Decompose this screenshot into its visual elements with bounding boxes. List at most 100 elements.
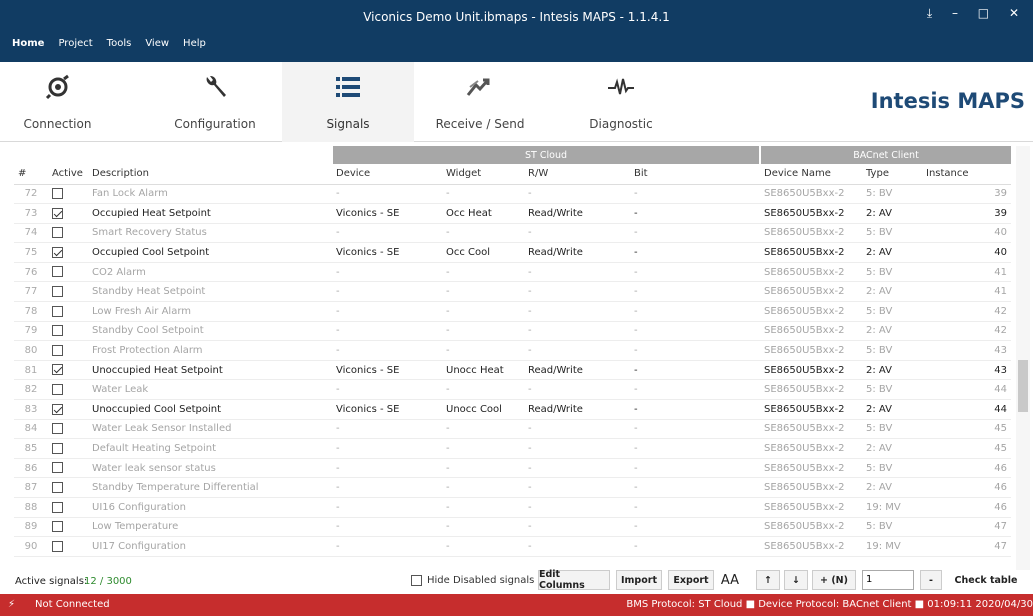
table-row[interactable]: 80 Frost Protection Alarm - - - - SE8650U5Bxx-…: [14, 340, 1012, 361]
table-row[interactable]: 74 Smart Recovery Status - - - - SE8650U5Bxx-2…: [14, 223, 1012, 244]
checkbox[interactable]: [52, 188, 63, 200]
col-header-bit[interactable]: Bit: [630, 164, 760, 185]
col-header-description[interactable]: Description: [88, 164, 332, 185]
checkbox[interactable]: [52, 266, 63, 278]
table-row[interactable]: 76 CO2 Alarm - - - - SE8650U5Bxx-2 5: BV 41: [14, 262, 1012, 283]
scrollbar-thumb[interactable]: [1018, 360, 1028, 412]
active-checkbox[interactable]: [48, 399, 88, 420]
table-row[interactable]: 85 Default Heating Setpoint - - - - SE8650U5Bx…: [14, 438, 1012, 459]
active-checkbox[interactable]: [48, 301, 88, 322]
n-count-input[interactable]: 1: [862, 570, 914, 590]
table-row[interactable]: 83 Unoccupied Cool Setpoint Viconics - SE U…: [14, 399, 1012, 420]
col-header-device-name[interactable]: Device Name: [760, 164, 862, 185]
tab-configuration[interactable]: Configuration: [150, 62, 280, 142]
device-cell: -: [332, 223, 442, 244]
active-checkbox[interactable]: [48, 360, 88, 381]
active-checkbox[interactable]: [48, 458, 88, 479]
description-cell: Occupied Cool Setpoint: [88, 242, 332, 263]
table-row[interactable]: 77 Standby Heat Setpoint - - - - SE8650U5Bxx-2…: [14, 281, 1012, 303]
export-button[interactable]: Export: [668, 570, 714, 590]
checkbox[interactable]: [52, 540, 63, 552]
checkbox[interactable]: [52, 286, 63, 298]
checkbox[interactable]: [52, 383, 63, 395]
col-header-device[interactable]: Device: [332, 164, 442, 185]
active-checkbox[interactable]: [48, 419, 88, 440]
active-checkbox[interactable]: [48, 242, 88, 263]
hide-disabled-toggle[interactable]: Hide Disabled signals: [411, 575, 534, 586]
checkbox[interactable]: [52, 521, 63, 533]
active-checkbox[interactable]: [48, 203, 88, 224]
checkbox[interactable]: [52, 305, 63, 317]
active-checkbox[interactable]: [48, 438, 88, 459]
active-checkbox[interactable]: [48, 477, 88, 498]
table-row[interactable]: 72 Fan Lock Alarm - - - - SE8650U5Bxx-2 5: BV 39: [14, 184, 1012, 205]
checkbox[interactable]: [52, 501, 63, 513]
checkbox[interactable]: [52, 403, 63, 415]
table-row[interactable]: 89 Low Temperature - - - - SE8650U5Bxx-2 5: BV 4…: [14, 517, 1012, 538]
tab-receive-send[interactable]: Receive / Send: [425, 62, 535, 142]
active-checkbox[interactable]: [48, 379, 88, 401]
table-row[interactable]: 87 Standby Temperature Differential - - - - SE…: [14, 477, 1012, 498]
tab-connection[interactable]: Connection: [15, 62, 100, 142]
checkbox[interactable]: [52, 227, 63, 239]
menu-help[interactable]: Help: [183, 38, 206, 49]
active-checkbox[interactable]: [48, 497, 88, 518]
table-row[interactable]: 82 Water Leak - - - - SE8650U5Bxx-2 5: BV 44: [14, 379, 1012, 401]
menu-home[interactable]: Home: [12, 38, 44, 49]
vertical-scrollbar[interactable]: [1016, 146, 1030, 570]
table-row[interactable]: 78 Low Fresh Air Alarm - - - - SE8650U5Bxx-2 5:…: [14, 301, 1012, 322]
active-checkbox[interactable]: [48, 340, 88, 361]
active-checkbox[interactable]: [48, 536, 88, 557]
active-checkbox[interactable]: [48, 517, 88, 538]
instance-cell: 39: [922, 203, 1012, 224]
checkbox[interactable]: [52, 344, 63, 356]
add-n-button[interactable]: + (N): [812, 570, 856, 590]
checkbox[interactable]: [52, 246, 63, 258]
font-size-button[interactable]: AA: [718, 570, 742, 590]
type-cell: 5: BV: [862, 223, 922, 244]
col-header-num[interactable]: #: [14, 164, 48, 185]
checkbox[interactable]: [52, 462, 63, 474]
tab-signals[interactable]: Signals: [282, 62, 414, 142]
col-header-instance[interactable]: Instance: [922, 164, 1012, 185]
hide-disabled-checkbox[interactable]: [411, 575, 422, 586]
check-table-button[interactable]: Check table: [948, 570, 1024, 590]
checkbox[interactable]: [52, 364, 63, 376]
table-row[interactable]: 73 Occupied Heat Setpoint Viconics - SE Occ…: [14, 203, 1012, 224]
menu-project[interactable]: Project: [58, 38, 92, 49]
table-row[interactable]: 75 Occupied Cool Setpoint Viconics - SE Occ…: [14, 242, 1012, 263]
table-row[interactable]: 81 Unoccupied Heat Setpoint Viconics - SE U…: [14, 360, 1012, 381]
col-header-active[interactable]: Active: [48, 164, 88, 185]
active-checkbox[interactable]: [48, 262, 88, 283]
move-up-button[interactable]: ↑: [756, 570, 780, 590]
col-header-type[interactable]: Type: [862, 164, 922, 185]
checkbox[interactable]: [52, 481, 63, 493]
window-controls[interactable]: ⤓ – □ ✕: [927, 6, 1027, 21]
table-row[interactable]: 84 Water Leak Sensor Installed - - - - SE8650U…: [14, 419, 1012, 440]
active-checkbox[interactable]: [48, 321, 88, 342]
checkbox[interactable]: [52, 207, 63, 219]
active-checkbox[interactable]: [48, 184, 88, 205]
tab-diagnostic[interactable]: Diagnostic: [580, 62, 662, 142]
widget-cell: -: [442, 536, 524, 557]
menu-tools[interactable]: Tools: [107, 38, 132, 49]
table-row[interactable]: 88 UI16 Configuration - - - - SE8650U5Bxx-2 19:…: [14, 497, 1012, 518]
table-row[interactable]: 86 Water leak sensor status - - - - SE8650U5Bx…: [14, 458, 1012, 479]
table-row[interactable]: 79 Standby Cool Setpoint - - - - SE8650U5Bxx-2…: [14, 321, 1012, 342]
checkbox[interactable]: [52, 442, 63, 454]
window-title: Viconics Demo Unit.ibmaps - Intesis MAPS…: [363, 10, 670, 24]
active-checkbox[interactable]: [48, 223, 88, 244]
checkbox[interactable]: [52, 325, 63, 337]
table-row[interactable]: 90 UI17 Configuration - - - - SE8650U5Bxx-2 19:…: [14, 536, 1012, 557]
remove-button[interactable]: -: [920, 570, 942, 590]
active-checkbox[interactable]: [48, 281, 88, 303]
edit-columns-button[interactable]: Edit Columns: [538, 569, 610, 591]
widget-cell: -: [442, 517, 524, 538]
col-header-rw[interactable]: R/W: [524, 164, 630, 185]
menu-view[interactable]: View: [145, 38, 169, 49]
instance-cell: 40: [922, 242, 1012, 263]
import-button[interactable]: Import: [616, 570, 662, 590]
checkbox[interactable]: [52, 423, 63, 435]
col-header-widget[interactable]: Widget: [442, 164, 524, 185]
move-down-button[interactable]: ↓: [784, 570, 808, 590]
